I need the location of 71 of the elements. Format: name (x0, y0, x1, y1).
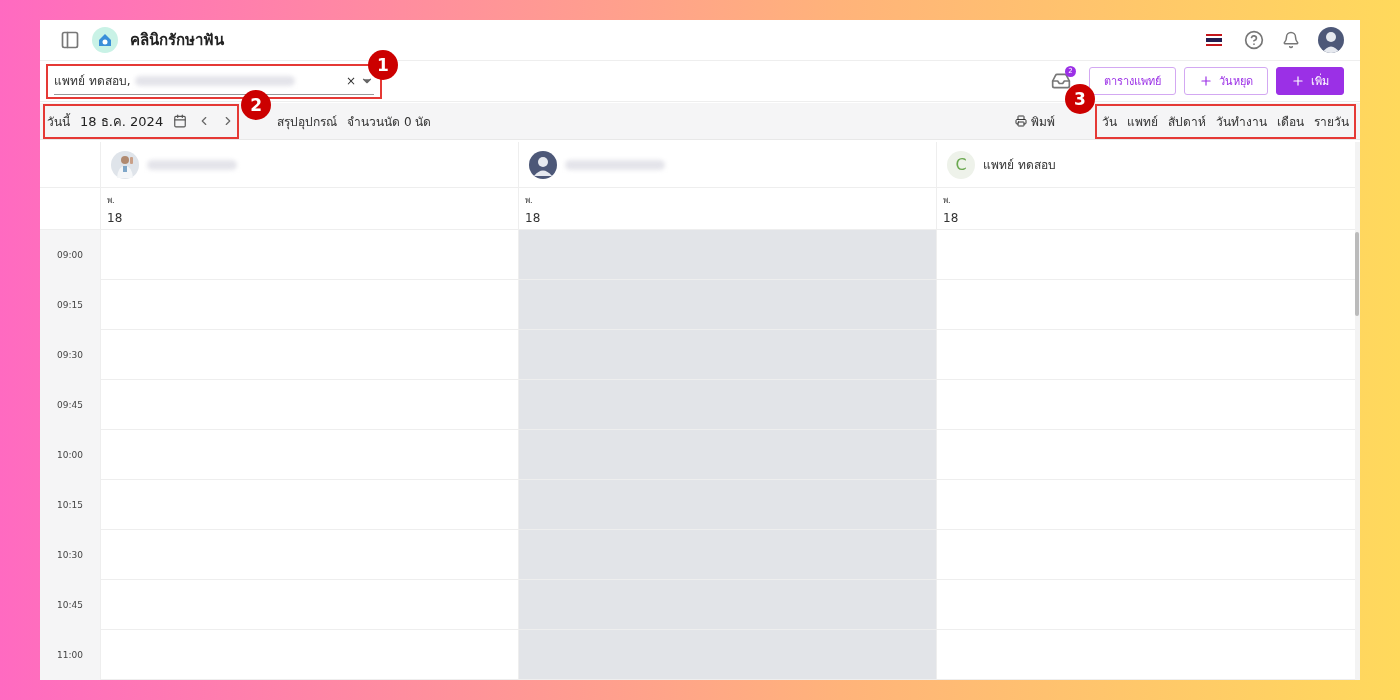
plus-icon (1199, 74, 1213, 89)
thai-flag-icon[interactable] (1206, 34, 1222, 47)
toolbar-button[interactable]: เพิ่ม (1276, 67, 1344, 96)
house-logo-icon (92, 27, 118, 54)
time-label: 09:15 (40, 280, 100, 330)
time-slot[interactable] (518, 430, 936, 480)
time-label: 10:30 (40, 530, 100, 580)
plus-icon (1291, 74, 1305, 89)
time-slot[interactable] (100, 430, 518, 480)
appointment-count: จำนวนนัด 0 นัด (347, 113, 432, 131)
equipment-summary-link[interactable]: สรุปอุปกรณ์ (277, 111, 338, 131)
avatar-icon (529, 150, 557, 179)
time-slot[interactable] (100, 630, 518, 680)
clinic-name: คลินิกรักษาฟัน (130, 30, 224, 52)
time-slot[interactable] (518, 330, 936, 380)
today-button[interactable]: วันนี้ (47, 111, 70, 131)
scrollbar-thumb[interactable] (1355, 232, 1359, 316)
time-label: 09:45 (40, 380, 100, 430)
time-slot[interactable] (100, 330, 518, 380)
time-slot[interactable] (518, 480, 936, 530)
annotation-number: 2 (241, 89, 272, 120)
avatar-initial: C (947, 150, 975, 179)
toolbar-button[interactable]: ตารางแพทย์ (1089, 67, 1176, 96)
time-slot[interactable] (936, 230, 1355, 280)
time-slot[interactable] (518, 530, 936, 580)
time-slot[interactable] (936, 430, 1355, 480)
time-slot[interactable] (100, 230, 518, 280)
time-label: 09:00 (40, 230, 100, 280)
view-tab[interactable]: เดือน (1272, 111, 1309, 131)
view-tab[interactable]: สัปดาห์ (1163, 111, 1211, 131)
view-tab[interactable]: แพทย์ (1122, 111, 1163, 131)
date-label: 18 ธ.ค. 2024 (80, 112, 164, 131)
time-slot[interactable] (100, 380, 518, 430)
time-slot[interactable] (100, 280, 518, 330)
time-label: 10:15 (40, 480, 100, 530)
time-slot[interactable] (936, 580, 1355, 630)
clear-button[interactable]: × (345, 73, 356, 88)
time-slot[interactable] (518, 230, 936, 280)
user-avatar[interactable] (1318, 27, 1344, 54)
time-slot[interactable] (936, 530, 1355, 580)
time-slot[interactable] (518, 280, 936, 330)
time-label: 10:45 (40, 580, 100, 630)
time-slot[interactable] (100, 530, 518, 580)
time-slot[interactable] (936, 280, 1355, 330)
view-tab[interactable]: วัน (1097, 111, 1122, 131)
time-label: 09:30 (40, 330, 100, 380)
annotation-number: 1 (368, 49, 398, 80)
time-label: 10:00 (40, 430, 100, 480)
doctor-name: แพทย์ ทดสอบ (983, 157, 1056, 174)
help-icon[interactable] (1244, 30, 1264, 51)
notification-icon[interactable] (1282, 31, 1300, 50)
inbox-icon[interactable] (1051, 71, 1071, 92)
time-slot[interactable] (518, 630, 936, 680)
calendar-icon[interactable] (173, 114, 188, 128)
annotation-number: 3 (1065, 83, 1095, 114)
print-button[interactable]: พิมพ์ (1015, 111, 1055, 131)
time-slot[interactable] (518, 580, 936, 630)
time-slot[interactable] (936, 630, 1355, 680)
time-slot[interactable] (936, 380, 1355, 430)
doctor-select[interactable]: แพทย์ ทดสอบ, × (54, 67, 374, 95)
time-slot[interactable] (100, 480, 518, 530)
time-slot[interactable] (936, 330, 1355, 380)
toolbar-button[interactable]: วันหยุด (1184, 67, 1268, 96)
time-label: 11:00 (40, 630, 100, 680)
time-slot[interactable] (100, 580, 518, 630)
view-tab[interactable]: วันทำงาน (1211, 111, 1272, 131)
view-tab[interactable]: รายวัน (1309, 111, 1354, 131)
time-slot[interactable] (936, 480, 1355, 530)
time-slot[interactable] (518, 380, 936, 430)
sidebar-toggle-icon[interactable] (60, 30, 80, 51)
printer-icon (1015, 115, 1027, 127)
